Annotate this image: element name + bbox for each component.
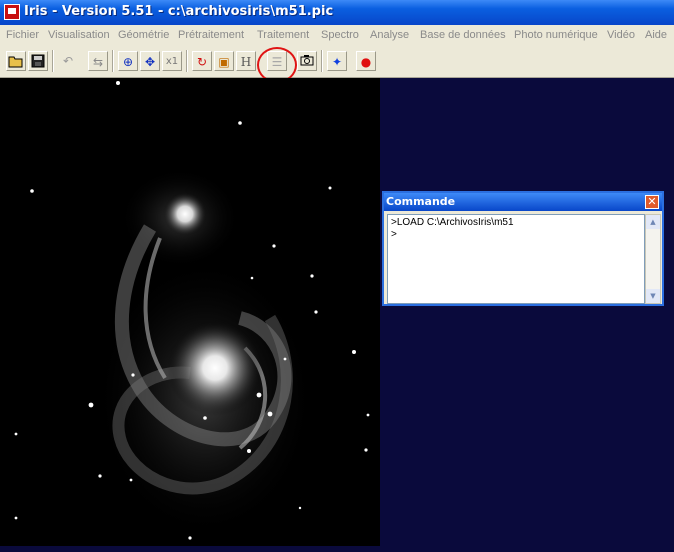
histogram-h-icon[interactable]: H: [236, 51, 256, 71]
red-dot-icon[interactable]: ●: [356, 51, 376, 71]
command-text-area[interactable]: >LOAD C:\ArchivosIris\m51 >: [387, 214, 645, 304]
blue-star-icon[interactable]: ✦: [327, 51, 347, 71]
m51-image-view[interactable]: [0, 78, 380, 546]
toolbar-separator: [52, 50, 54, 72]
menu-video[interactable]: Vidéo: [607, 27, 635, 43]
command-window-titlebar[interactable]: Commande: [384, 193, 662, 211]
menu-geometrie[interactable]: Géométrie: [118, 27, 169, 43]
menu-base-de-donnees[interactable]: Base de données: [420, 27, 506, 43]
crosshair-zoom-icon[interactable]: ⊕: [118, 51, 138, 71]
scroll-down-icon[interactable]: ▼: [646, 289, 660, 303]
menu-traitement[interactable]: Traitement: [257, 27, 309, 43]
toolbar-separator: [186, 50, 188, 72]
undo-icon[interactable]: ↶: [58, 51, 78, 71]
menu-photo-numerique[interactable]: Photo numérique: [514, 27, 598, 43]
window-title: Iris - Version 5.51 - c:\archivosiris\m5…: [24, 4, 334, 19]
close-icon[interactable]: ✕: [645, 195, 659, 209]
swap-icon[interactable]: ⇆: [88, 51, 108, 71]
command-line: >LOAD C:\ArchivosIris\m51: [391, 217, 514, 228]
toolbar: ↶ ⇆ ⊕ ✥ x1 ↻ ▣ H ☰ ✦ ●: [0, 45, 674, 78]
command-window-title: Commande: [386, 195, 456, 208]
menu-spectro[interactable]: Spectro: [321, 27, 359, 43]
menu-pretraitement[interactable]: Prétraitement: [178, 27, 244, 43]
camera-icon[interactable]: [297, 51, 317, 71]
menu-bar: Fichier Visualisation Géométrie Prétrait…: [0, 25, 674, 45]
scroll-up-icon[interactable]: ▲: [646, 215, 660, 229]
command-scrollbar[interactable]: ▲ ▼: [645, 214, 661, 304]
open-folder-icon[interactable]: [6, 51, 26, 71]
move-arrows-icon[interactable]: ✥: [140, 51, 160, 71]
window-titlebar[interactable]: Iris - Version 5.51 - c:\archivosiris\m5…: [0, 0, 674, 25]
toolbar-separator: [112, 50, 114, 72]
spiral-icon[interactable]: ↻: [192, 51, 212, 71]
save-disk-icon[interactable]: [28, 51, 48, 71]
galaxy-image: [0, 78, 380, 546]
iris-app-icon[interactable]: [4, 4, 20, 20]
command-window[interactable]: Commande ✕ >LOAD C:\ArchivosIris\m51 > ▲…: [382, 191, 664, 306]
menu-aide[interactable]: Aide: [645, 27, 667, 43]
toolbar-separator: [321, 50, 323, 72]
command-prompt[interactable]: >: [391, 229, 397, 241]
menu-visualisation[interactable]: Visualisation: [48, 27, 110, 43]
menu-fichier[interactable]: Fichier: [6, 27, 39, 43]
menu-analyse[interactable]: Analyse: [370, 27, 409, 43]
image-frame-icon[interactable]: ▣: [214, 51, 234, 71]
zoom-x1-icon[interactable]: x1: [162, 51, 182, 71]
